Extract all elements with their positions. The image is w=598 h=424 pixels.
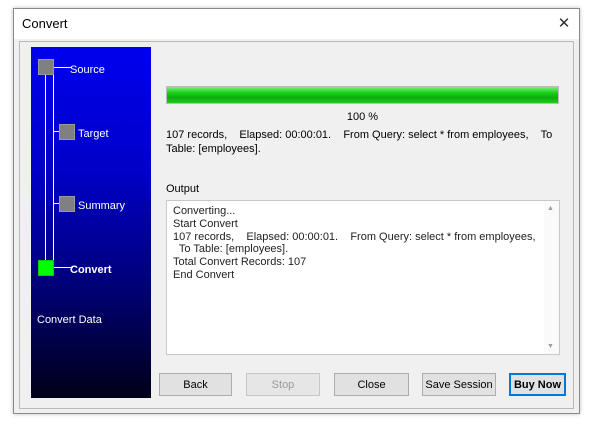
title-bar: Convert ✕ [14,9,579,39]
output-line: Converting... [173,205,236,217]
output-line: End Convert [173,268,235,281]
output-label: Output [166,183,200,195]
step-connector [45,67,46,273]
scroll-down-icon[interactable]: ▼ [547,343,554,350]
status-line: 107 records, Elapsed: 00:00:01. From Que… [166,129,553,141]
step-target-label: Target [78,128,109,140]
progress-percent: 100 % [346,111,379,123]
back-button[interactable]: Back [159,373,232,396]
step-summary-marker [59,196,75,212]
stop-button[interactable]: Stop [246,373,320,396]
step-convert-marker [38,260,54,276]
step-source-label: Source [70,64,105,76]
progress-bar [166,86,559,104]
window-title: Convert [22,16,68,31]
scroll-up-icon[interactable]: ▲ [547,205,554,212]
wizard-frame: Source Target Summary Convert Convert Da… [19,41,574,409]
status-text: 107 records, Elapsed: 00:00:01. From Que… [166,128,566,156]
steps-sidebar: Source Target Summary Convert Convert Da… [31,47,151,398]
output-line: Total Convert Records: 107 [173,256,307,269]
sidebar-footer-label: Convert Data [37,314,102,326]
output-line: 107 records, Elapsed: 00:00:01. From Que… [173,230,536,243]
step-convert-label: Convert [70,264,112,276]
close-button[interactable]: Close [334,373,409,396]
step-connector [53,67,71,68]
step-source-marker [38,59,54,75]
step-summary-label: Summary [78,200,126,212]
step-target-marker [59,124,75,140]
convert-window: Convert ✕ Source Target Summary Convert … [13,8,580,414]
status-line: Table: [employees]. [166,143,261,155]
buy-now-button[interactable]: Buy Now [509,373,566,396]
step-connector [53,67,54,273]
progress-fill [167,87,558,103]
close-icon[interactable]: ✕ [555,14,573,32]
output-line: Start Convert [173,217,238,230]
output-lines: Converting... Start Convert 107 records,… [173,205,536,282]
output-line: To Table: [employees]. [173,243,289,256]
output-log[interactable]: Converting... Start Convert 107 records,… [166,200,560,355]
save-session-button[interactable]: Save Session [422,373,496,396]
output-scrollbar[interactable]: ▲ ▼ [544,201,559,354]
